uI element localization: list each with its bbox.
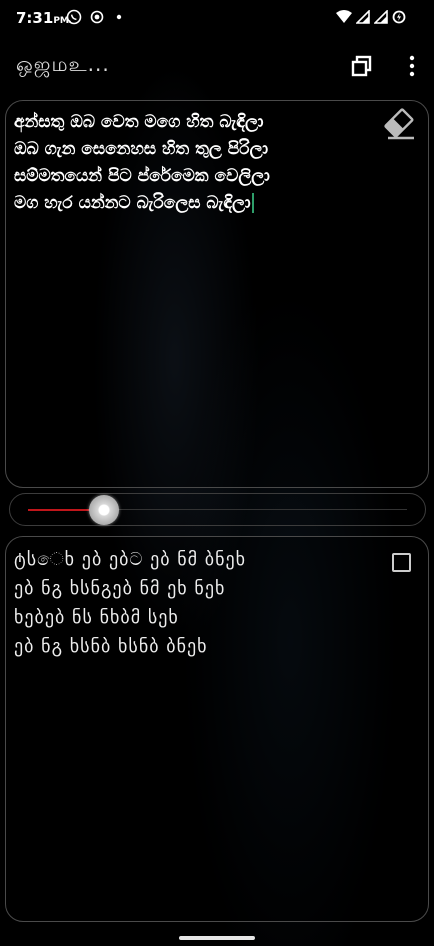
output-line: ებ ნგ ხსნბ ხსნბ ბნეხ <box>14 636 208 657</box>
output-line: ტსෙხ ებ ებට ებ ნმ ბნეხ <box>14 549 247 570</box>
status-time: 7:31PM <box>16 9 69 27</box>
output-text: ტსෙხ ებ ებට ებ ნმ ბნეხ ებ ნგ ხსნგებ ნმ ე… <box>14 545 378 661</box>
whatsapp-icon <box>66 9 82 25</box>
status-left-icons <box>66 9 126 25</box>
input-line: මග හැර යන්නට බැරිලෙස බැඳිලා <box>14 193 251 213</box>
dot-icon <box>116 14 122 20</box>
more-vert-icon[interactable] <box>398 52 426 80</box>
wifi-icon <box>336 10 352 23</box>
input-line-with-caret: මග හැර යන්නට බැරිලෙස බැඳිලා <box>14 190 368 217</box>
input-line: සම්මතයෙන් පිට ප්රේමෙක වෙලිලා <box>14 166 270 186</box>
output-checkbox[interactable] <box>392 553 411 572</box>
input-line: අන්සතු ඔබ වෙත මගෙ හිත බැඳිලා <box>14 112 264 132</box>
signal-icon <box>356 10 370 24</box>
slider-thumb[interactable] <box>88 495 119 525</box>
conversion-slider[interactable] <box>9 493 426 526</box>
app-title: ஒஜமஉ... <box>16 52 110 76</box>
app-bar: ஒஜமஉ... <box>0 42 434 90</box>
output-text-area[interactable]: ტსෙხ ებ ებට ებ ნმ ბნეხ ებ ნგ ხსნგებ ნმ ე… <box>5 536 429 922</box>
status-right-icons <box>336 10 406 24</box>
input-text[interactable]: අන්සතු ඔබ වෙත මගෙ හිත බැඳිලා ඔබ ගැන සෙනෙ… <box>14 109 368 217</box>
battery-saver-icon <box>392 10 406 24</box>
copy-icon[interactable] <box>348 52 376 80</box>
home-indicator[interactable] <box>179 936 255 940</box>
eraser-icon[interactable] <box>382 107 418 141</box>
signal-icon <box>374 10 388 24</box>
output-line: ებ ნგ ხსნგებ ნმ ეხ ნეხ <box>14 578 226 599</box>
radio-icon <box>90 10 104 24</box>
input-text-area[interactable]: අන්සතු ඔබ වෙත මගෙ හිත බැඳිලා ඔබ ගැන සෙනෙ… <box>5 100 429 488</box>
input-line: ඔබ ගැන සෙනෙහස හිත තුල පිරිලා <box>14 139 269 159</box>
status-bar: 7:31PM <box>0 0 434 36</box>
text-caret <box>251 193 254 213</box>
clock-time: 7:31 <box>16 9 54 27</box>
output-line: ხებებ ნს ნხბმ სეხ <box>14 607 179 628</box>
